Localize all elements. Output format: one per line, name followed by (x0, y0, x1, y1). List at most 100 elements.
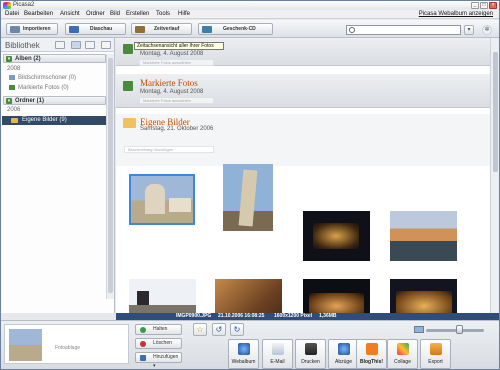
collapse-icon: ▾ (6, 98, 12, 104)
album-date: Montag, 4. August 2008 (140, 51, 204, 57)
webalbum-button[interactable]: Webalbum (228, 339, 259, 369)
album-description[interactable]: Markierte Fotos auswählen (139, 97, 214, 104)
zoom-slider-handle[interactable] (456, 325, 463, 334)
close-button[interactable]: × (489, 2, 497, 9)
rotate-right-icon[interactable]: ↻ (230, 323, 244, 336)
zoom-slider[interactable] (426, 329, 484, 332)
folder-item-selected[interactable]: Eigene Bilder (9) (2, 116, 107, 125)
folder-icon (11, 118, 18, 123)
thumbnail-size-icon (414, 326, 424, 333)
photo-thumbnail[interactable] (223, 164, 273, 231)
folders-year: 2006 (7, 107, 21, 113)
search-input[interactable] (346, 25, 461, 35)
folder-header[interactable]: Eigene Bilder Samstag, 21. Oktober 2006 … (116, 114, 490, 166)
screensaver-icon (9, 75, 15, 80)
refresh-icon[interactable]: ✲ (482, 25, 492, 35)
star-icon[interactable]: ☆ (193, 323, 207, 336)
folder-description[interactable]: Beschreibung hinzufügen (124, 146, 214, 153)
rotate-left-icon[interactable]: ↺ (212, 323, 226, 336)
star-album-icon (123, 81, 133, 91)
album-item-screensaver[interactable]: Bildschirmschoner (0) (9, 75, 76, 81)
folder-icon (123, 118, 136, 128)
albums-year: 2008 (7, 66, 21, 72)
menu-hilfe[interactable]: Hilfe (178, 11, 190, 17)
photo-thumbnail[interactable] (129, 305, 196, 313)
photo-thumbnail[interactable] (303, 279, 370, 313)
library-scrollbar[interactable] (106, 54, 114, 299)
add-to-button[interactable]: Hinzufügen ▾ (135, 352, 182, 369)
photo-thumbnail[interactable] (129, 174, 195, 225)
main-scrollbar[interactable] (490, 38, 499, 313)
tray-thumbnail[interactable] (9, 329, 42, 361)
status-resolution: 1600x1200 Pixel (274, 313, 313, 319)
hold-button[interactable]: Halten (135, 324, 182, 335)
status-size: 1,36MB (319, 313, 337, 319)
scrollbar-thumb[interactable] (108, 58, 113, 293)
maximize-button[interactable]: □ (480, 2, 488, 9)
photo-thumbnail[interactable] (390, 279, 457, 313)
blogger-icon (366, 343, 378, 355)
album-item-starred[interactable]: Markierte Fotos (0) (9, 85, 69, 91)
star-album-icon (9, 85, 15, 90)
timeline-icon (135, 26, 145, 33)
tray-label: Fotoablage (55, 345, 81, 351)
menu-ansicht[interactable]: Ansicht (60, 11, 80, 17)
minimize-button[interactable]: _ (471, 2, 479, 9)
globe-icon (238, 343, 250, 355)
album-title: Markierte Fotos (140, 78, 198, 88)
menu-ordner[interactable]: Ordner (86, 11, 105, 17)
camera-icon (10, 26, 20, 33)
photo-thumbnail[interactable] (390, 211, 457, 261)
webalbum-link[interactable]: Picasa Webalbum anzeigen (419, 11, 493, 17)
play-icon (69, 26, 79, 33)
list-view-icon[interactable] (71, 41, 81, 49)
export-button[interactable]: Export (420, 339, 451, 369)
prints-button[interactable]: Abzüge (328, 339, 359, 369)
import-button[interactable]: Importieren (6, 23, 58, 35)
collapse-icon: ▾ (6, 56, 12, 62)
status-datetime: 21.10.2006 16:08:25 (218, 313, 265, 319)
clear-button[interactable]: Löschen (135, 338, 182, 349)
collage-button[interactable]: Collage (387, 339, 418, 369)
blogthis-button[interactable]: BlogThis! (356, 339, 387, 369)
status-filename: IMGP0900.JPG (176, 313, 212, 319)
menu-datei[interactable]: Datei (5, 11, 19, 17)
email-button[interactable]: E-Mail (262, 339, 293, 369)
library-panel: Bibliothek ▾ Alben (2) 2008 Bildschirmsch… (1, 38, 115, 313)
timeline-tooltip: Zeitachsenansicht aller Ihrer Fotos (134, 42, 224, 50)
albums-group-header[interactable]: ▾ Alben (2) (3, 54, 106, 63)
photo-thumbnail[interactable] (303, 211, 370, 261)
album-description[interactable]: Markierte Fotos auswählen (139, 59, 214, 66)
toolbar: Importieren Diaschau Zeitverlauf Geschen… (1, 20, 499, 38)
pin-icon (140, 327, 146, 333)
tree-view-icon[interactable] (85, 41, 95, 49)
new-album-icon[interactable] (55, 41, 65, 49)
menu-tools[interactable]: Tools (156, 11, 170, 17)
search-options-button[interactable]: ▾ (464, 25, 474, 35)
menu-erstellen[interactable]: Erstellen (126, 11, 149, 17)
title-bar: Picasa2 _ □ × (1, 1, 499, 10)
clear-icon (140, 341, 146, 347)
album-header-starred[interactable]: Markierte Fotos Montag, 4. August 2008 M… (116, 74, 490, 108)
search-icon (349, 27, 355, 33)
library-header: Bibliothek (1, 38, 114, 52)
timeline-button[interactable]: Zeitverlauf (131, 23, 192, 35)
picasa-app-icon (3, 2, 11, 9)
export-icon (430, 343, 442, 355)
order-prints-icon (338, 343, 350, 355)
library-title: Bibliothek (5, 41, 40, 50)
scrollbar-thumb[interactable] (493, 52, 498, 172)
gift-cd-button[interactable]: Geschenk-CD (198, 23, 273, 35)
photo-thumbnail[interactable] (215, 279, 282, 313)
photo-tray[interactable]: Fotoablage (4, 324, 129, 364)
add-icon[interactable] (101, 41, 111, 49)
menu-bearbeiten[interactable]: Bearbeiten (24, 11, 53, 17)
album-icon (123, 44, 133, 54)
envelope-icon (272, 343, 284, 355)
print-button[interactable]: Drucken (295, 339, 326, 369)
menu-bild[interactable]: Bild (110, 11, 120, 17)
folders-group-header[interactable]: ▾ Ordner (1) (3, 96, 106, 105)
photo-tray-panel: Fotoablage Halten Löschen Hinzufügen ▾ ☆… (1, 320, 499, 369)
photo-browser: Montag, 4. August 2008 Markierte Fotos a… (116, 38, 490, 313)
slideshow-button[interactable]: Diaschau (65, 23, 126, 35)
